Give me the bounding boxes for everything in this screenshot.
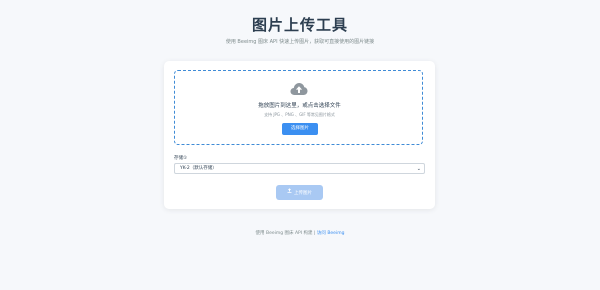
chevron-down-icon: ⌄ xyxy=(416,166,421,172)
dropzone-text: 拖放图片到这里，或点击选择文件 xyxy=(258,103,341,109)
storage-label: 存储① xyxy=(174,156,188,161)
upload-card: 拖放图片到这里，或点击选择文件 支持 JPG 、PNG 、GIF 等常见图片格式… xyxy=(164,61,435,209)
storage-selected-value: YK-2（默认存储） xyxy=(180,166,217,171)
select-image-button[interactable]: 选择图片 xyxy=(282,123,318,135)
format-hint: 支持 JPG 、PNG 、GIF 等常见图片格式 xyxy=(264,112,335,117)
footer-link[interactable]: 访问 Beeimg xyxy=(317,231,345,236)
footer: 使用 Beeimg 图床 API 构建 | 访问 Beeimg xyxy=(0,230,600,236)
upload-button[interactable]: 上传图片 xyxy=(276,185,323,200)
footer-text: 使用 Beeimg 图床 API 构建 | xyxy=(255,231,316,236)
storage-select[interactable]: YK-2（默认存储） ⌄ xyxy=(174,163,425,174)
upload-icon xyxy=(287,185,292,200)
page-title: 图片上传工具 xyxy=(251,16,348,34)
dropzone[interactable]: 拖放图片到这里，或点击选择文件 支持 JPG 、PNG 、GIF 等常见图片格式… xyxy=(174,70,423,145)
cloud-upload-icon xyxy=(290,81,308,95)
upload-button-label: 上传图片 xyxy=(294,191,312,196)
page: 图片上传工具 使用 Beeimg 图床 API 快速上传图片，获取可直接使用的图… xyxy=(0,0,600,290)
page-subtitle: 使用 Beeimg 图床 API 快速上传图片，获取可直接使用的图片链接 xyxy=(225,39,375,45)
